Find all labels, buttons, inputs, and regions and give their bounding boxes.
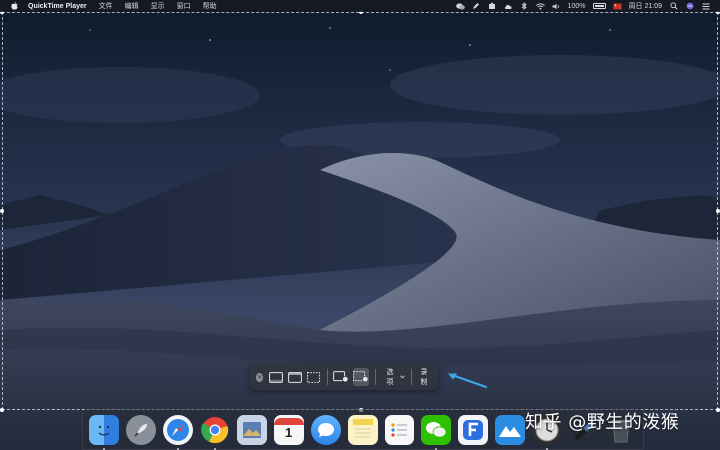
menu-clock[interactable]: 周日 21:09 xyxy=(629,1,662,11)
puzzle-status-icon[interactable] xyxy=(488,2,497,10)
menu-app-name[interactable]: QuickTime Player xyxy=(28,3,87,10)
running-indicator xyxy=(176,447,179,450)
options-label: 选项 xyxy=(386,369,394,386)
siri-icon[interactable] xyxy=(685,2,694,10)
dock-item-mountain-app[interactable] xyxy=(495,414,526,445)
chevron-down-icon xyxy=(399,375,405,379)
dock-item-messages[interactable] xyxy=(310,414,341,445)
apple-icon[interactable] xyxy=(9,2,19,10)
toolbar-divider xyxy=(326,369,328,385)
dock-item-finder[interactable] xyxy=(89,414,119,450)
rocket-icon xyxy=(134,423,147,437)
menu-edit[interactable]: 编辑 xyxy=(125,1,139,11)
record-button[interactable]: 录制 xyxy=(421,367,433,387)
dock-item-launchpad[interactable] xyxy=(125,414,156,445)
dock-item-safari[interactable] xyxy=(162,414,193,450)
toolbar-divider xyxy=(410,369,412,385)
dock-item-notes[interactable] xyxy=(347,414,378,445)
record-screen-icon xyxy=(332,371,349,383)
screen-icon xyxy=(268,371,283,383)
battery-icon[interactable] xyxy=(592,3,606,9)
list-icon xyxy=(391,422,408,437)
dock-item-preview[interactable] xyxy=(236,414,267,445)
capture-entire-screen-button[interactable] xyxy=(268,368,283,386)
running-indicator xyxy=(546,447,549,450)
menu-help[interactable]: 帮助 xyxy=(203,1,217,11)
resize-handle-bottom-left[interactable] xyxy=(0,408,4,412)
dock-item-f-app[interactable] xyxy=(458,414,489,445)
record-selection-icon xyxy=(352,371,369,383)
resize-handle-middle-left[interactable] xyxy=(0,209,4,213)
battery-percent: 100% xyxy=(567,2,586,10)
record-entire-screen-button[interactable] xyxy=(332,368,349,386)
search-icon[interactable] xyxy=(669,2,678,10)
menu-view[interactable]: 显示 xyxy=(151,1,165,11)
resize-handle-middle-right[interactable] xyxy=(716,209,720,213)
volume-icon[interactable] xyxy=(552,2,561,10)
capture-selection-frame[interactable] xyxy=(0,10,720,412)
dock-item-reminders[interactable] xyxy=(384,414,415,445)
selection-icon xyxy=(307,371,320,383)
menu-window[interactable]: 窗口 xyxy=(177,1,191,11)
close-toolbar-button[interactable]: ✕ xyxy=(256,372,264,382)
cloud-status-icon[interactable] xyxy=(504,2,513,10)
capture-window-button[interactable] xyxy=(287,368,302,386)
photos-icon xyxy=(242,421,261,438)
mountain-icon xyxy=(499,425,522,437)
record-selected-portion-button[interactable] xyxy=(352,368,369,386)
running-indicator xyxy=(435,447,438,450)
menu-bar: QuickTime Player 文件 编辑 显示 窗口 帮助 100% 周日 … xyxy=(0,0,720,12)
compass-icon xyxy=(166,418,189,441)
screenshot-toolbar: ✕ 选项 录制 xyxy=(250,364,438,390)
notes-icon xyxy=(352,418,373,437)
toolbar-divider xyxy=(374,369,376,385)
calendar-day: 1 xyxy=(285,425,293,440)
dock-item-chrome[interactable] xyxy=(200,415,230,450)
finder-icon xyxy=(98,425,110,435)
status-area: 100% 周日 21:09 xyxy=(455,1,720,11)
resize-handle-bottom-right[interactable] xyxy=(716,408,720,412)
watermark: 知乎 @野生的泼猴 xyxy=(525,412,680,433)
pen-status-icon[interactable] xyxy=(472,2,481,10)
window-icon xyxy=(287,371,302,383)
chrome-icon xyxy=(200,416,228,443)
wifi-icon[interactable] xyxy=(535,2,545,10)
options-dropdown[interactable]: 选项 xyxy=(387,367,405,387)
wechat-status-icon[interactable] xyxy=(455,2,465,10)
flag-icon[interactable] xyxy=(613,2,622,10)
close-icon: ✕ xyxy=(257,374,263,381)
capture-selected-portion-button[interactable] xyxy=(306,368,321,386)
running-indicator xyxy=(213,447,216,450)
dock-item-wechat[interactable] xyxy=(421,414,452,450)
notification-center-icon[interactable] xyxy=(701,2,710,10)
f-letter-icon xyxy=(463,419,484,440)
bluetooth-icon[interactable] xyxy=(520,2,529,10)
speech-bubble-icon xyxy=(317,422,334,437)
dock-item-calendar[interactable]: 1 xyxy=(273,414,304,445)
wechat-icon xyxy=(426,421,447,438)
calendar-icon xyxy=(273,418,304,425)
annotation-arrow xyxy=(448,373,488,389)
menu-file[interactable]: 文件 xyxy=(99,1,113,11)
running-indicator xyxy=(103,447,105,450)
